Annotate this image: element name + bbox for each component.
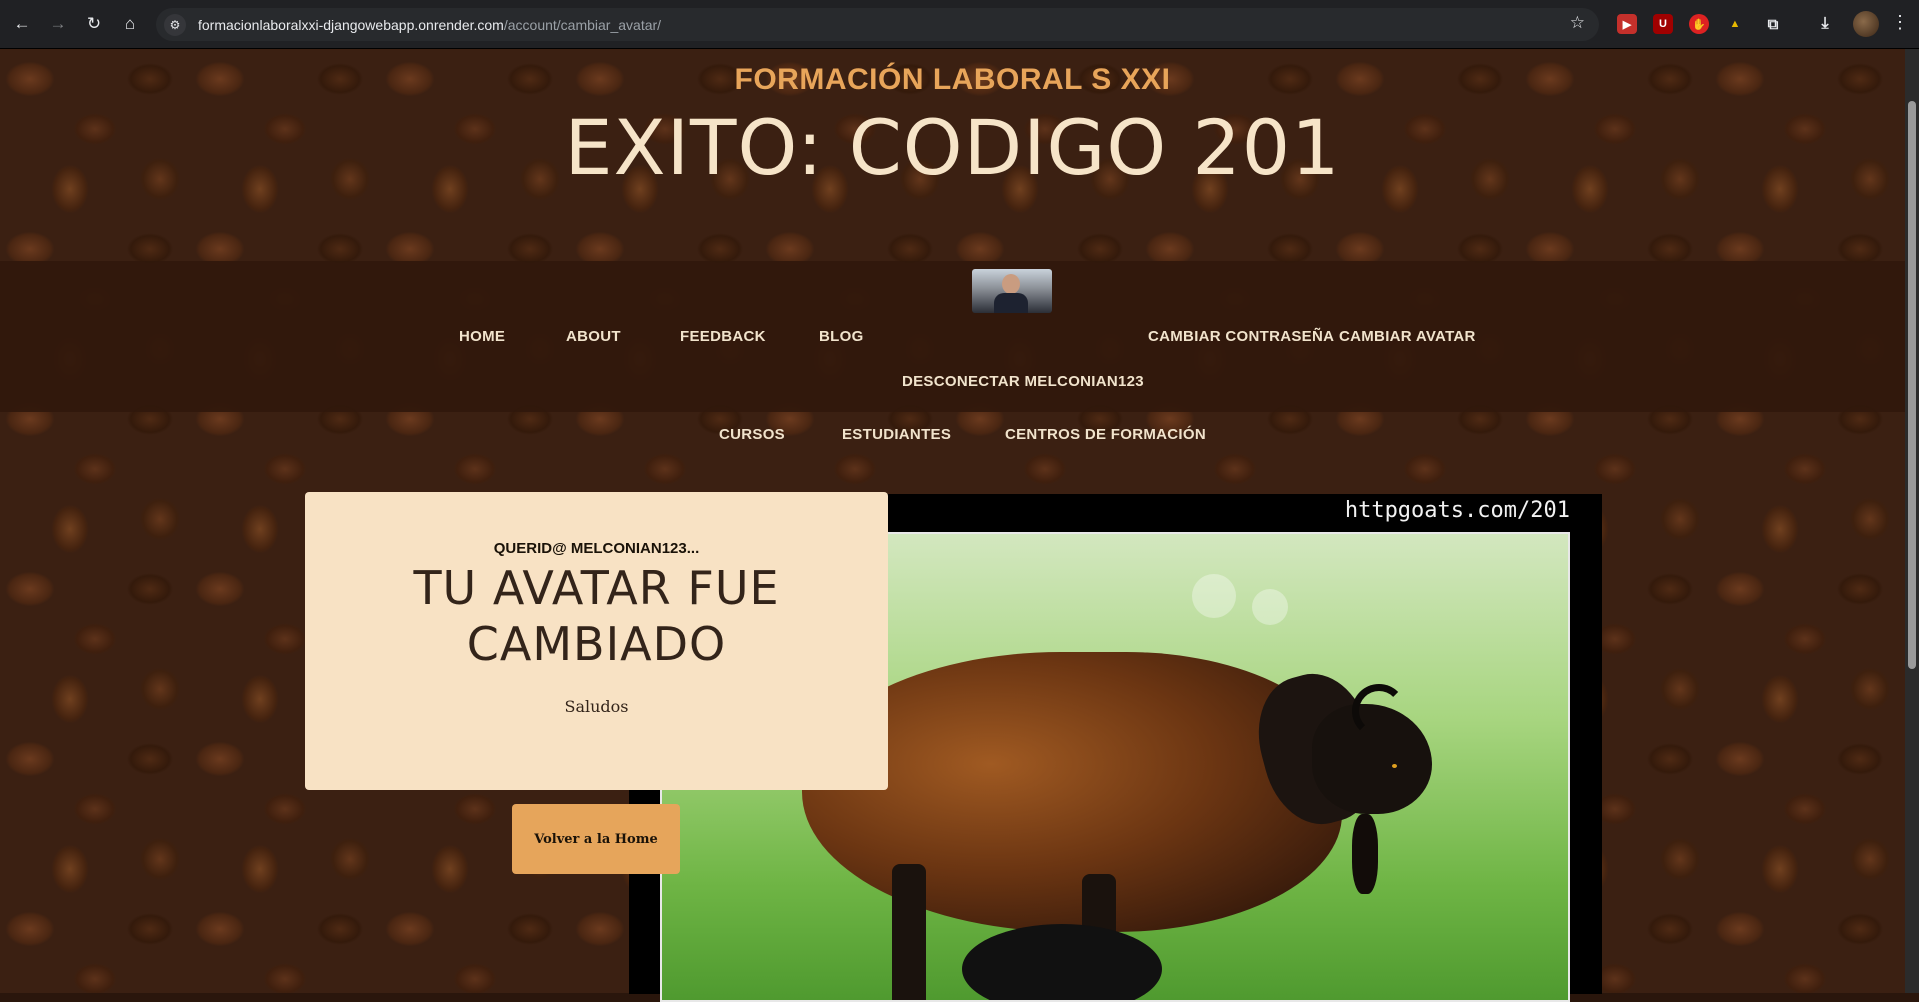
url-path: /account/cambiar_avatar/ bbox=[503, 16, 662, 33]
avatar-head bbox=[1002, 274, 1020, 294]
bokeh-light bbox=[1252, 589, 1288, 625]
bookmark-star-icon[interactable]: ☆ bbox=[1570, 13, 1585, 33]
scrollbar-thumb[interactable] bbox=[1908, 101, 1916, 669]
card-body-text: Saludos bbox=[564, 697, 629, 716]
hand-extension-icon[interactable]: ✋ bbox=[1689, 14, 1709, 34]
main-navbar: HOME ABOUT FEEDBACK BLOG CAMBIAR CONTRAS… bbox=[0, 261, 1905, 443]
arrow-extension-icon[interactable]: ▲ bbox=[1725, 14, 1745, 34]
home-icon[interactable]: ⌂ bbox=[116, 10, 144, 38]
back-arrow-icon[interactable]: ← bbox=[8, 10, 36, 38]
user-avatar[interactable] bbox=[972, 269, 1052, 313]
forward-arrow-icon[interactable]: → bbox=[44, 10, 72, 38]
youtube-extension-icon[interactable]: ▶ bbox=[1617, 14, 1637, 34]
nav-about[interactable]: ABOUT bbox=[566, 328, 621, 345]
nav-home[interactable]: HOME bbox=[459, 328, 505, 345]
url-host: formacionlaboralxxi-djangowebapp.onrende… bbox=[198, 16, 504, 33]
card-title-line1: TU AVATAR FUE bbox=[413, 561, 780, 615]
nav-students[interactable]: ESTUDIANTES bbox=[842, 426, 951, 443]
page-scrollbar[interactable] bbox=[1905, 49, 1919, 993]
ublock-extension-icon[interactable]: U bbox=[1653, 14, 1673, 34]
card-title-line2: CAMBIADO bbox=[466, 617, 727, 671]
nav-change-avatar[interactable]: CAMBIAR AVATAR bbox=[1339, 328, 1476, 345]
nav-change-password[interactable]: CAMBIAR CONTRASEÑA bbox=[1148, 328, 1334, 345]
message-card: QUERID@ MELCONIAN123... TU AVATAR FUE CA… bbox=[305, 492, 888, 790]
greeting-text: QUERID@ MELCONIAN123... bbox=[493, 540, 700, 557]
download-icon[interactable]: ⤓ bbox=[1815, 14, 1835, 34]
browser-menu-icon[interactable]: ⋮ bbox=[1891, 12, 1909, 33]
nav-logout[interactable]: DESCONECTAR MELCONIAN123 bbox=[902, 373, 1144, 390]
site-name[interactable]: FORMACIÓN LABORAL S XXI bbox=[0, 63, 1905, 97]
card-title: TU AVATAR FUE CAMBIADO bbox=[305, 560, 888, 672]
goat-beard bbox=[1352, 814, 1378, 894]
reload-icon[interactable]: ↻ bbox=[80, 10, 108, 38]
extensions-puzzle-icon[interactable]: ⧉ bbox=[1763, 14, 1783, 34]
address-bar[interactable]: ⚙ formacionlaboralxxi-djangowebapp.onren… bbox=[156, 8, 1599, 41]
nav-feedback[interactable]: FEEDBACK bbox=[680, 328, 766, 345]
nav-blog[interactable]: BLOG bbox=[819, 328, 864, 345]
goat-leg bbox=[892, 864, 926, 1000]
nav-courses[interactable]: CURSOS bbox=[719, 426, 785, 443]
goat-eye bbox=[1392, 764, 1397, 768]
goat-caption: httpgoats.com/201 bbox=[1344, 498, 1570, 523]
profile-avatar[interactable] bbox=[1853, 11, 1879, 37]
nav-centers[interactable]: CENTROS DE FORMACIÓN bbox=[1005, 426, 1206, 443]
goat-kid bbox=[962, 924, 1162, 1000]
page-heading: EXITO: CODIGO 201 bbox=[564, 103, 1341, 192]
goat-horn bbox=[1352, 684, 1406, 738]
site-info-icon[interactable]: ⚙ bbox=[164, 13, 186, 36]
avatar-body bbox=[994, 293, 1028, 313]
back-home-button[interactable]: Volver a la Home bbox=[512, 804, 680, 874]
browser-toolbar: ← → ↻ ⌂ ⚙ formacionlaboralxxi-djangoweba… bbox=[0, 0, 1919, 49]
url-text[interactable]: formacionlaboralxxi-djangowebapp.onrende… bbox=[198, 17, 661, 33]
bokeh-light bbox=[1192, 574, 1236, 618]
